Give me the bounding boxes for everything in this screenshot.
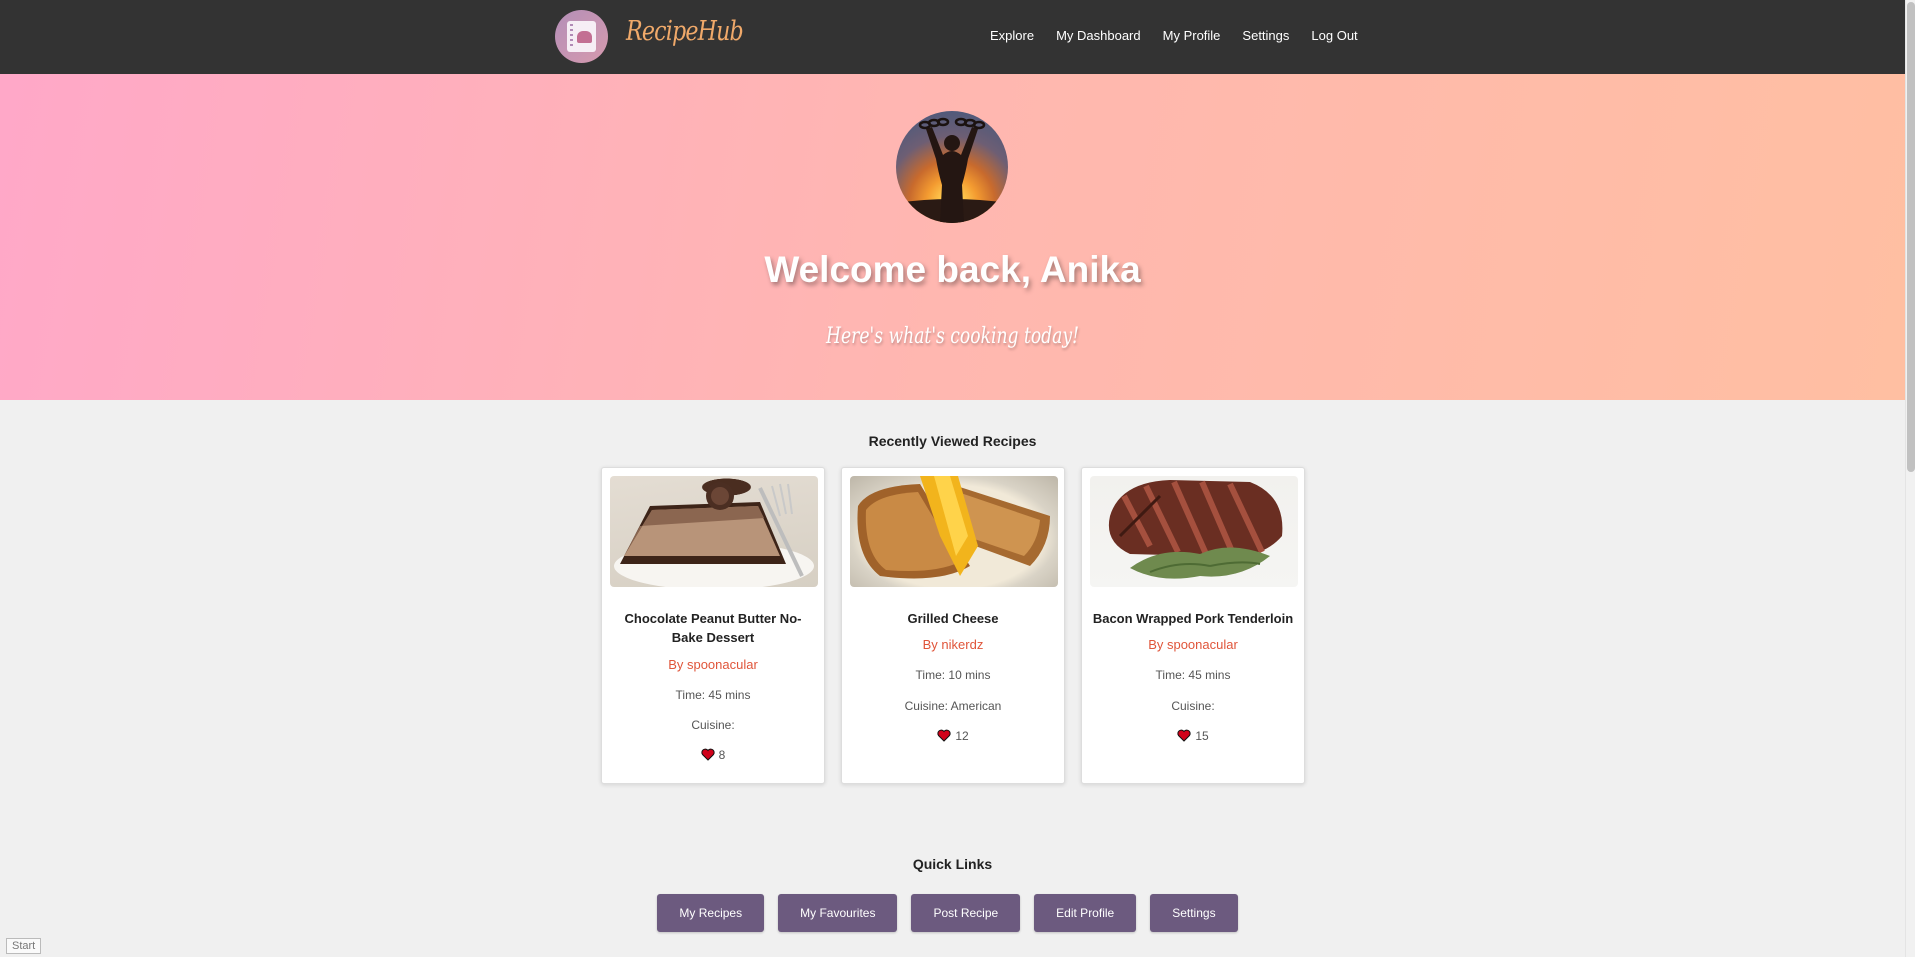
my-favourites-button[interactable]: My Favourites <box>778 894 898 932</box>
nav-logout-link[interactable]: Log Out <box>1311 28 1357 43</box>
hero-banner: Welcome back, Anika Here's what's cookin… <box>0 74 1905 400</box>
recipe-author[interactable]: By spoonacular <box>1082 637 1304 652</box>
recipe-card[interactable]: Bacon Wrapped Pork Tenderloin By spoonac… <box>1081 467 1305 784</box>
my-recipes-button[interactable]: My Recipes <box>657 894 765 932</box>
edit-profile-button[interactable]: Edit Profile <box>1034 894 1137 932</box>
brand-name[interactable]: RecipeHub <box>626 16 744 47</box>
recipe-cuisine: Cuisine: <box>1171 699 1215 713</box>
recipe-image[interactable] <box>1090 476 1298 587</box>
post-recipe-button[interactable]: Post Recipe <box>911 894 1021 932</box>
recipe-title[interactable]: Grilled Cheese <box>850 609 1056 628</box>
avatar <box>896 111 1008 223</box>
recipe-cuisine: Cuisine: <box>691 718 735 732</box>
recipe-likes[interactable]: 15 <box>1082 729 1304 743</box>
recipe-image[interactable] <box>850 476 1058 587</box>
recipe-time: Time: 45 mins <box>675 688 751 702</box>
page-scrollbar[interactable] <box>1905 0 1915 957</box>
recipe-title[interactable]: Chocolate Peanut Butter No-Bake Dessert <box>610 609 816 647</box>
recipe-likes[interactable]: 8 <box>602 748 824 762</box>
recipe-likes[interactable]: 12 <box>842 729 1064 743</box>
recipe-time: Time: 45 mins <box>1155 668 1231 682</box>
nav-dashboard-link[interactable]: My Dashboard <box>1056 28 1141 43</box>
recipe-image[interactable] <box>610 476 818 587</box>
nav-settings-link[interactable]: Settings <box>1242 28 1289 43</box>
heart-icon[interactable] <box>701 748 715 761</box>
recipe-title[interactable]: Bacon Wrapped Pork Tenderloin <box>1090 609 1296 628</box>
recipe-author[interactable]: By nikerdz <box>842 637 1064 652</box>
avatar-silhouette-icon <box>896 117 1008 223</box>
nav-profile-link[interactable]: My Profile <box>1163 28 1221 43</box>
recipe-time: Time: 10 mins <box>915 668 991 682</box>
recipe-card[interactable]: Grilled Cheese By nikerdz Time: 10 mins … <box>841 467 1065 784</box>
start-status-label: Start <box>6 938 42 954</box>
cookbook-icon <box>567 21 596 52</box>
scrollbar-thumb[interactable] <box>1907 2 1915 472</box>
logo-icon[interactable] <box>555 10 608 63</box>
recipe-card[interactable]: Chocolate Peanut Butter No-Bake Dessert … <box>601 467 825 784</box>
settings-button[interactable]: Settings <box>1150 894 1238 932</box>
likes-count: 8 <box>718 748 726 762</box>
welcome-heading: Welcome back, Anika <box>764 249 1141 290</box>
likes-count: 15 <box>1195 729 1209 743</box>
quick-links-title: Quick Links <box>912 856 993 872</box>
heart-icon[interactable] <box>1177 729 1191 742</box>
quick-links-row: My Recipes My Favourites Post Recipe Edi… <box>0 894 1905 932</box>
likes-count: 12 <box>955 729 969 743</box>
recipe-cuisine: Cuisine: American <box>904 699 1002 713</box>
nav-explore-link[interactable]: Explore <box>990 28 1034 43</box>
hero-tagline: Here's what's cooking today! <box>826 324 1079 349</box>
top-navbar: RecipeHub Explore My Dashboard My Profil… <box>0 0 1905 74</box>
nav-links: Explore My Dashboard My Profile Settings… <box>990 28 1380 43</box>
recipe-author[interactable]: By spoonacular <box>602 657 824 672</box>
heart-icon[interactable] <box>937 729 951 742</box>
recently-viewed-title: Recently Viewed Recipes <box>868 433 1037 449</box>
